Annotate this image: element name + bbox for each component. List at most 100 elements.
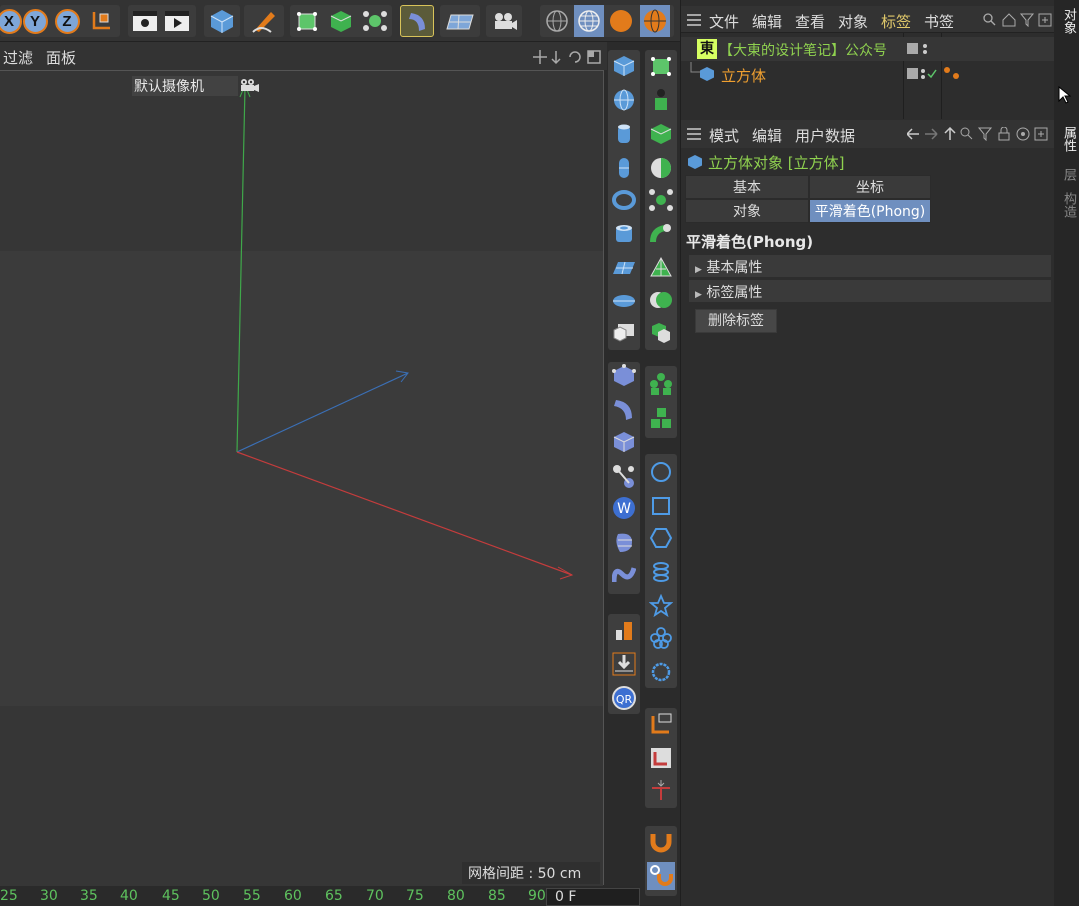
display-grid-button[interactable] [574, 5, 604, 37]
manager-tool-icons[interactable] [983, 13, 1053, 27]
cog-spline-button[interactable] [647, 658, 675, 686]
shrink-wrap-button[interactable] [610, 528, 638, 556]
flower-spline-button[interactable] [647, 624, 675, 652]
subdivision-surface-button[interactable] [647, 52, 675, 80]
circle-spline-button[interactable] [647, 458, 675, 486]
menu-bookmarks[interactable]: 书签 [924, 11, 954, 32]
render-view-button[interactable] [162, 5, 192, 37]
display-shaded-button[interactable] [606, 5, 636, 37]
rectangle-spline-button[interactable] [647, 492, 675, 520]
hamburger-icon[interactable] [687, 128, 701, 140]
loft-button[interactable] [647, 254, 675, 282]
tab-phong[interactable]: 平滑着色(Phong) [809, 199, 931, 223]
snap-button[interactable] [647, 828, 675, 856]
bend-button[interactable] [610, 396, 638, 424]
viewport-nav-icons[interactable] [532, 49, 604, 65]
spline-wrap-button[interactable] [610, 560, 638, 588]
symmetry-button[interactable] [647, 318, 675, 346]
tab-basic[interactable]: 基本 [685, 175, 809, 199]
planar-workplane-button[interactable] [647, 776, 675, 804]
wrap-button[interactable]: W [610, 494, 638, 522]
qr-plugin-button[interactable]: QR [610, 684, 638, 712]
delete-tag-button[interactable]: 删除标签 [695, 309, 777, 333]
extrude-button[interactable] [326, 5, 356, 37]
render-settings-button[interactable] [130, 5, 160, 37]
disc-button[interactable] [610, 286, 638, 314]
menu-user-data[interactable]: 用户数据 [795, 125, 855, 146]
sphere-button[interactable] [610, 86, 638, 114]
menu-mode[interactable]: 模式 [709, 125, 739, 146]
visibility-dots-icon[interactable] [907, 43, 931, 55]
atom-array-gen-button[interactable] [647, 186, 675, 214]
add-cube-button[interactable] [207, 5, 237, 37]
current-frame-field[interactable]: 0 F [546, 888, 640, 906]
quantize-button[interactable] [647, 862, 675, 890]
extrude-gen-button[interactable] [647, 120, 675, 148]
display-shaded-lines-button[interactable] [640, 5, 670, 37]
object-name[interactable]: 立方体 [721, 65, 766, 86]
box-deformer-button[interactable] [610, 428, 638, 456]
side-tab-layers[interactable]: 层 [1056, 168, 1078, 181]
sweep-button[interactable] [647, 220, 675, 248]
side-tab-objects[interactable]: 对象 [1056, 8, 1078, 34]
phong-tag-icon[interactable] [943, 66, 963, 82]
attribute-nav-icons[interactable] [907, 127, 1053, 141]
plane-button[interactable] [610, 254, 638, 282]
chart-plugin-button[interactable] [610, 616, 638, 644]
object-row-cube[interactable]: 立方体 [681, 62, 1055, 86]
menu-file[interactable]: 文件 [709, 11, 739, 32]
snapping-palette [645, 826, 677, 896]
object-row-title[interactable]: 東 【大東的设计笔记】公众号 [681, 37, 1055, 61]
display-wire-button[interactable] [542, 5, 572, 37]
menu-filter[interactable]: 过滤 [3, 47, 33, 68]
menu-edit[interactable]: 编辑 [752, 125, 782, 146]
floor-button[interactable] [445, 5, 475, 37]
cloner-button[interactable] [647, 370, 675, 398]
menu-edit[interactable]: 编辑 [752, 11, 782, 32]
camera-icon[interactable] [238, 77, 260, 95]
timeline-ruler[interactable]: 25 30 35 40 45 50 55 60 65 70 75 80 85 9… [0, 886, 640, 906]
menu-object[interactable]: 对象 [838, 11, 868, 32]
connector-button[interactable] [610, 462, 638, 490]
helix-button[interactable] [647, 558, 675, 586]
import-button[interactable] [610, 650, 638, 678]
torus-button[interactable] [610, 186, 638, 214]
menu-view[interactable]: 查看 [795, 11, 825, 32]
bend-deformer-button[interactable] [402, 6, 432, 38]
group-basic-properties[interactable]: ▶ 基本属性 [689, 255, 1051, 277]
cylinder-button[interactable] [610, 120, 638, 148]
visibility-check-icon[interactable] [907, 68, 937, 80]
pen-tool-button[interactable] [249, 5, 279, 37]
capsule-button[interactable] [610, 154, 638, 182]
hamburger-icon[interactable] [687, 14, 701, 26]
polygon-button[interactable] [610, 318, 638, 346]
side-tab-attributes[interactable]: 属性 [1056, 126, 1078, 152]
tab-coordinates[interactable]: 坐标 [809, 175, 931, 199]
loft-icon [650, 256, 672, 277]
ffd-button[interactable] [610, 362, 638, 390]
atom-array-button[interactable] [360, 5, 390, 37]
tube-button[interactable] [610, 220, 638, 248]
star-spline-button[interactable] [647, 592, 675, 620]
figure-button[interactable] [647, 86, 675, 114]
workplane-button[interactable] [647, 710, 675, 738]
coordinate-system-button[interactable] [86, 5, 116, 37]
locked-workplane-button[interactable] [647, 744, 675, 772]
group-tag-properties[interactable]: ▶ 标签属性 [689, 280, 1051, 302]
y-axis-lock-button[interactable]: Y [20, 5, 50, 37]
camera-button[interactable] [489, 5, 519, 37]
polygon-spline-button[interactable] [647, 524, 675, 552]
cube-button[interactable] [610, 52, 638, 80]
menu-tags[interactable]: 标签 [881, 11, 911, 32]
3d-viewport[interactable] [0, 70, 604, 886]
fracture-button[interactable] [647, 404, 675, 432]
planar-workplane-icon [652, 780, 670, 800]
object-name[interactable]: 【大東的设计笔记】公众号 [719, 40, 887, 60]
side-tab-construction[interactable]: 构造 [1056, 192, 1078, 218]
lathe-button[interactable] [647, 154, 675, 182]
menu-panel[interactable]: 面板 [46, 47, 76, 68]
boole-button[interactable] [647, 286, 675, 314]
subdivision-button[interactable] [292, 5, 322, 37]
z-axis-lock-button[interactable]: Z [52, 5, 82, 37]
tab-object[interactable]: 对象 [685, 199, 809, 223]
